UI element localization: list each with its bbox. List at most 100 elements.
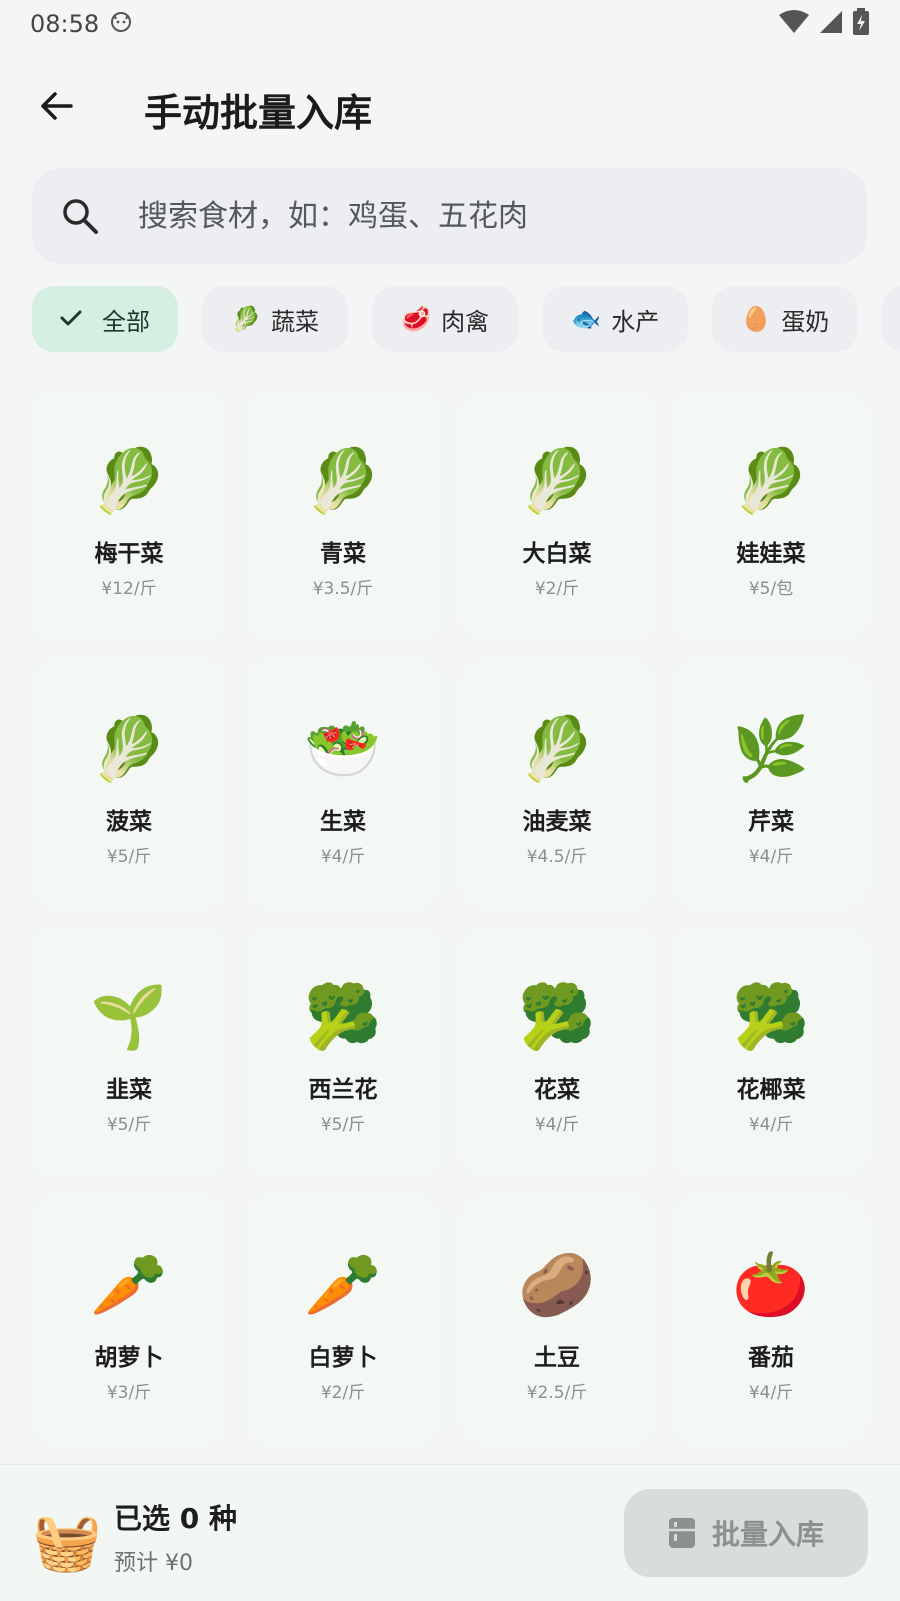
ingredient-price: ¥4.5/斤 bbox=[526, 847, 588, 867]
chip-label: 蛋奶 bbox=[781, 307, 830, 336]
search-input[interactable] bbox=[136, 197, 780, 235]
fish-icon: 🐟 bbox=[571, 305, 602, 333]
basket-icon: 🧺 bbox=[32, 1510, 102, 1575]
ingredient-card[interactable]: 🥦 西兰花 ¥5/斤 bbox=[246, 928, 440, 1176]
ingredient-icon: 🥦 bbox=[304, 980, 382, 1053]
chip-all[interactable]: 全部 bbox=[32, 286, 178, 352]
ingredient-name: 番茄 bbox=[748, 1345, 794, 1371]
ingredient-icon: 🥦 bbox=[732, 980, 810, 1053]
ingredient-price: ¥5/包 bbox=[748, 579, 794, 599]
chip-label: 蔬菜 bbox=[271, 307, 320, 336]
chip-meat[interactable]: 🥩 肉禽 bbox=[372, 286, 519, 352]
ingredient-icon: 🥬 bbox=[90, 444, 168, 517]
ingredient-name: 花菜 bbox=[534, 1077, 580, 1103]
ingredient-card[interactable]: 🥕 胡萝卜 ¥3/斤 bbox=[32, 1196, 226, 1444]
ingredient-card[interactable]: 🥬 青菜 ¥3.5/斤 bbox=[246, 392, 440, 640]
ingredient-price: ¥12/斤 bbox=[101, 579, 157, 599]
ingredient-icon: 🥬 bbox=[304, 444, 382, 517]
status-bar: 08:58 bbox=[0, 0, 900, 48]
ingredient-name: 胡萝卜 bbox=[94, 1345, 164, 1371]
ingredient-name: 娃娃菜 bbox=[736, 541, 806, 567]
ingredient-card[interactable]: 🥬 梅干菜 ¥12/斤 bbox=[32, 392, 226, 640]
status-time: 08:58 bbox=[30, 10, 100, 38]
ingredient-price: ¥3.5/斤 bbox=[312, 579, 374, 599]
chip-label: 肉禽 bbox=[441, 307, 490, 336]
ingredient-name: 白萝卜 bbox=[308, 1345, 378, 1371]
ingredient-name: 菠菜 bbox=[106, 809, 152, 835]
signal-icon bbox=[818, 9, 844, 39]
ingredient-name: 西兰花 bbox=[308, 1077, 378, 1103]
chip-egg-dairy[interactable]: 🥚 蛋奶 bbox=[712, 286, 859, 352]
ingredient-name: 韭菜 bbox=[106, 1077, 152, 1103]
estimate-total: 预计 ¥0 bbox=[114, 1551, 193, 1576]
ingredient-price: ¥3/斤 bbox=[106, 1383, 152, 1403]
ingredient-icon: 🥗 bbox=[304, 712, 382, 785]
ingredient-grid: 🥬 梅干菜 ¥12/斤 🥬 青菜 ¥3.5/斤 🥬 大白菜 ¥2/斤 🥬 娃娃菜 ¥5/包 🥬 菠… bbox=[32, 392, 868, 1444]
ingredient-card[interactable]: 🥔 土豆 ¥2.5/斤 bbox=[460, 1196, 654, 1444]
ingredient-price: ¥2.5/斤 bbox=[526, 1383, 588, 1403]
ingredient-card[interactable]: 🥦 花菜 ¥4/斤 bbox=[460, 928, 654, 1176]
ingredient-card[interactable]: 🥬 菠菜 ¥5/斤 bbox=[32, 660, 226, 908]
ingredient-name: 油麦菜 bbox=[522, 809, 592, 835]
app-bar: 手动批量入库 bbox=[0, 60, 900, 152]
chip-seafood[interactable]: 🐟 水产 bbox=[542, 286, 689, 352]
ingredient-price: ¥5/斤 bbox=[320, 1115, 366, 1135]
ingredient-name: 芹菜 bbox=[748, 809, 794, 835]
ingredient-icon: 🥬 bbox=[518, 444, 596, 517]
ingredient-price: ¥2/斤 bbox=[320, 1383, 366, 1403]
selected-count: 已选 0 种 bbox=[114, 1502, 237, 1535]
search-bar[interactable] bbox=[32, 168, 867, 264]
wifi-icon bbox=[778, 9, 810, 39]
back-button[interactable] bbox=[32, 82, 80, 130]
ingredient-card[interactable]: 🌿 芹菜 ¥4/斤 bbox=[674, 660, 868, 908]
chip-label: 水产 bbox=[611, 307, 660, 336]
ingredient-card[interactable]: 🥦 花椰菜 ¥4/斤 bbox=[674, 928, 868, 1176]
ingredient-card[interactable]: 🍅 番茄 ¥4/斤 bbox=[674, 1196, 868, 1444]
category-chips: 全部 🥬 蔬菜 🥩 肉禽 🐟 水产 🥚 蛋奶 🍅 bbox=[32, 286, 900, 354]
meat-icon: 🥩 bbox=[401, 305, 432, 333]
ingredient-icon: 🥬 bbox=[90, 712, 168, 785]
leafy-green-icon: 🥬 bbox=[231, 305, 262, 333]
ingredient-price: ¥4/斤 bbox=[748, 847, 794, 867]
ingredient-card[interactable]: 🥬 娃娃菜 ¥5/包 bbox=[674, 392, 868, 640]
page-title: 手动批量入库 bbox=[144, 91, 373, 135]
ingredient-card[interactable]: 🥕 白萝卜 ¥2/斤 bbox=[246, 1196, 440, 1444]
ingredient-price: ¥4/斤 bbox=[748, 1383, 794, 1403]
ingredient-name: 大白菜 bbox=[522, 541, 592, 567]
ingredient-name: 生菜 bbox=[320, 809, 366, 835]
ingredient-price: ¥4/斤 bbox=[748, 1115, 794, 1135]
chip-more[interactable]: 🍅 bbox=[882, 286, 900, 352]
bottom-bar: 🧺 已选 0 种 预计 ¥0 批量入库 bbox=[0, 1464, 900, 1601]
ingredient-name: 青菜 bbox=[320, 541, 366, 567]
chip-vegetables[interactable]: 🥬 蔬菜 bbox=[202, 286, 349, 352]
ingredient-icon: 🌱 bbox=[90, 980, 168, 1053]
ingredient-icon: 🍅 bbox=[732, 1248, 810, 1321]
ingredient-icon: 🥦 bbox=[518, 980, 596, 1053]
ingredient-icon: 🥔 bbox=[518, 1248, 596, 1321]
ingredient-name: 梅干菜 bbox=[94, 541, 164, 567]
ingredient-name: 花椰菜 bbox=[736, 1077, 806, 1103]
arrow-left-icon bbox=[41, 92, 73, 120]
ingredient-card[interactable]: 🥬 油麦菜 ¥4.5/斤 bbox=[460, 660, 654, 908]
ingredient-price: ¥5/斤 bbox=[106, 1115, 152, 1135]
batch-button-label: 批量入库 bbox=[711, 1518, 824, 1551]
battery-charging-icon bbox=[852, 8, 870, 40]
search-icon bbox=[63, 199, 98, 234]
egg-icon: 🥚 bbox=[741, 305, 772, 333]
ingredient-price: ¥2/斤 bbox=[534, 579, 580, 599]
ingredient-icon: 🌿 bbox=[732, 712, 810, 785]
ingredient-icon: 🥬 bbox=[518, 712, 596, 785]
ingredient-card[interactable]: 🌱 韭菜 ¥5/斤 bbox=[32, 928, 226, 1176]
batch-stock-in-button[interactable]: 批量入库 bbox=[624, 1489, 868, 1577]
ingredient-card[interactable]: 🥬 大白菜 ¥2/斤 bbox=[460, 392, 654, 640]
ingredient-icon: 🥕 bbox=[90, 1248, 168, 1321]
ingredient-price: ¥4/斤 bbox=[320, 847, 366, 867]
ingredient-price: ¥4/斤 bbox=[534, 1115, 580, 1135]
chip-label: 全部 bbox=[102, 307, 150, 336]
check-icon bbox=[60, 305, 82, 333]
ingredient-icon: 🥬 bbox=[732, 444, 810, 517]
ingredient-card[interactable]: 🥗 生菜 ¥4/斤 bbox=[246, 660, 440, 908]
cat-face-icon bbox=[109, 9, 133, 39]
ingredient-name: 土豆 bbox=[534, 1345, 580, 1371]
fridge-icon bbox=[668, 1518, 695, 1548]
